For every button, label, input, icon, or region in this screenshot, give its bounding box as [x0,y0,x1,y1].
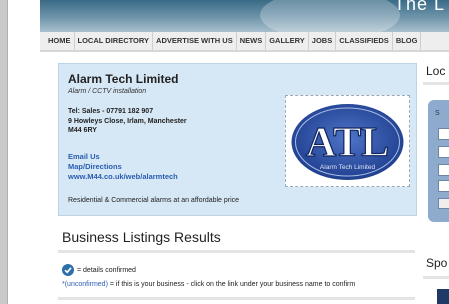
search-field[interactable] [438,146,449,158]
nav-item-local-directory[interactable]: LOCAL DIRECTORY [75,32,154,50]
listings-title: Business Listings Results [62,229,221,245]
business-logo: ATL Alarm Tech Limited [285,95,410,187]
page: The L HOME LOCAL DIRECTORY ADVERTISE WIT… [40,0,449,304]
nav-item-gallery[interactable]: GALLERY [266,32,309,50]
sponsor-banner[interactable] [437,289,449,304]
divider [423,276,449,279]
header-banner: The L [40,0,449,32]
business-category: Alarm / CCTV installation [68,88,147,95]
email-link[interactable]: Email Us [68,152,100,161]
address-line-2: M44 6RY [68,127,97,134]
logo-letters: ATL [306,120,389,166]
right-sidebar: Loc S Spo [423,60,449,304]
business-address: 9 Howleys Close, Irlam, Manchester M44 6… [68,117,278,135]
search-field[interactable] [438,164,449,176]
atl-logo-graphic: ATL Alarm Tech Limited [291,104,404,180]
divider [58,250,415,253]
search-button[interactable] [438,198,449,209]
search-field[interactable] [438,180,449,192]
address-line-1: 9 Howleys Close, Irlam, Manchester [68,118,187,125]
sidebar-title-sponsors: Spo [426,256,448,270]
divider [58,297,415,300]
search-panel-label: S [435,110,440,117]
check-circle-icon [62,264,74,276]
business-name: Alarm Tech Limited [68,72,179,86]
map-directions-link[interactable]: Map/Directions [68,162,122,171]
browser-edge [0,0,8,304]
logo-tagline: Alarm Tech Limited [320,164,376,171]
unconfirmed-legend: *(unconfirmed) = if this is your busines… [62,281,355,288]
nav-item-news[interactable]: NEWS [237,32,267,50]
confirmed-legend: = details confirmed [62,264,136,276]
sidebar-title-local: Loc [426,64,446,78]
divider [423,82,449,85]
sidebar-search-panel: S [428,100,449,222]
unconfirmed-legend-text: = if this is your business - click on th… [107,281,356,288]
nav-item-advertise[interactable]: ADVERTISE WITH US [153,32,237,50]
unconfirmed-label: *(unconfirmed) [62,281,108,288]
site-brand-text: The L [393,0,445,14]
business-phone: Tel: Sales - 07791 182 907 [68,108,154,115]
banner-decoration [260,0,400,32]
nav-item-classifieds[interactable]: CLASSIFIEDS [336,32,393,50]
website-link[interactable]: www.M44.co.uk/web/alarmtech [68,172,178,181]
nav-item-jobs[interactable]: JOBS [309,32,337,50]
main-nav: HOME LOCAL DIRECTORY ADVERTISE WITH US N… [40,32,449,52]
nav-item-home[interactable]: HOME [40,32,75,50]
nav-item-blog[interactable]: BLOG [393,32,422,50]
business-description: Residential & Commercial alarms at an af… [68,197,240,204]
confirmed-legend-text: = details confirmed [77,266,136,274]
business-card: Alarm Tech Limited Alarm / CCTV installa… [58,63,417,216]
search-field[interactable] [438,128,449,140]
